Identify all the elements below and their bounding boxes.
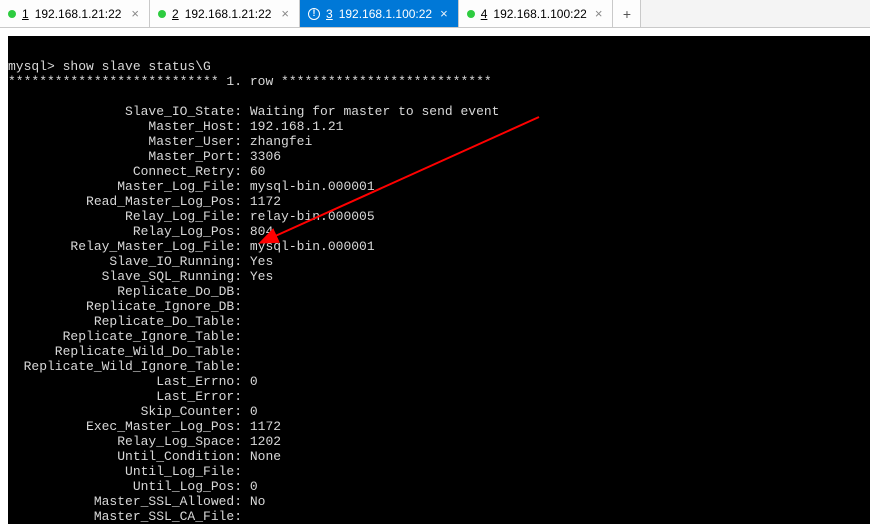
tab-number: 1 xyxy=(22,7,29,21)
row-header: *************************** 1. row *****… xyxy=(8,74,492,89)
close-icon[interactable]: × xyxy=(593,6,605,21)
tab-bar: 1 192.168.1.21:22 × 2 192.168.1.21:22 ×! 3 1… xyxy=(0,0,870,28)
status-dot-icon xyxy=(467,10,475,18)
tab-3[interactable]: ! 3 192.168.1.100:22 × xyxy=(300,0,459,27)
status-dot-icon xyxy=(158,10,166,18)
tab-label: 192.168.1.100:22 xyxy=(339,7,432,21)
tab-4[interactable]: 4 192.168.1.100:22 × xyxy=(459,0,614,27)
mysql-prompt: mysql> show slave status\G xyxy=(8,59,211,74)
tab-number: 4 xyxy=(481,7,488,21)
close-icon[interactable]: × xyxy=(129,6,141,21)
new-tab-button[interactable]: + xyxy=(613,0,641,27)
tab-label: 192.168.1.100:22 xyxy=(493,7,586,21)
tab-number: 2 xyxy=(172,7,179,21)
close-icon[interactable]: × xyxy=(279,6,291,21)
status-dot-icon xyxy=(8,10,16,18)
terminal-output[interactable]: mysql> show slave status\G *************… xyxy=(8,36,870,524)
tab-label: 192.168.1.21:22 xyxy=(35,7,122,21)
tab-number: 3 xyxy=(326,7,333,21)
tab-label: 192.168.1.21:22 xyxy=(185,7,272,21)
tab-1[interactable]: 1 192.168.1.21:22 × xyxy=(0,0,150,27)
alert-icon: ! xyxy=(308,8,320,20)
tab-2[interactable]: 2 192.168.1.21:22 × xyxy=(150,0,300,27)
close-icon[interactable]: × xyxy=(438,6,450,21)
